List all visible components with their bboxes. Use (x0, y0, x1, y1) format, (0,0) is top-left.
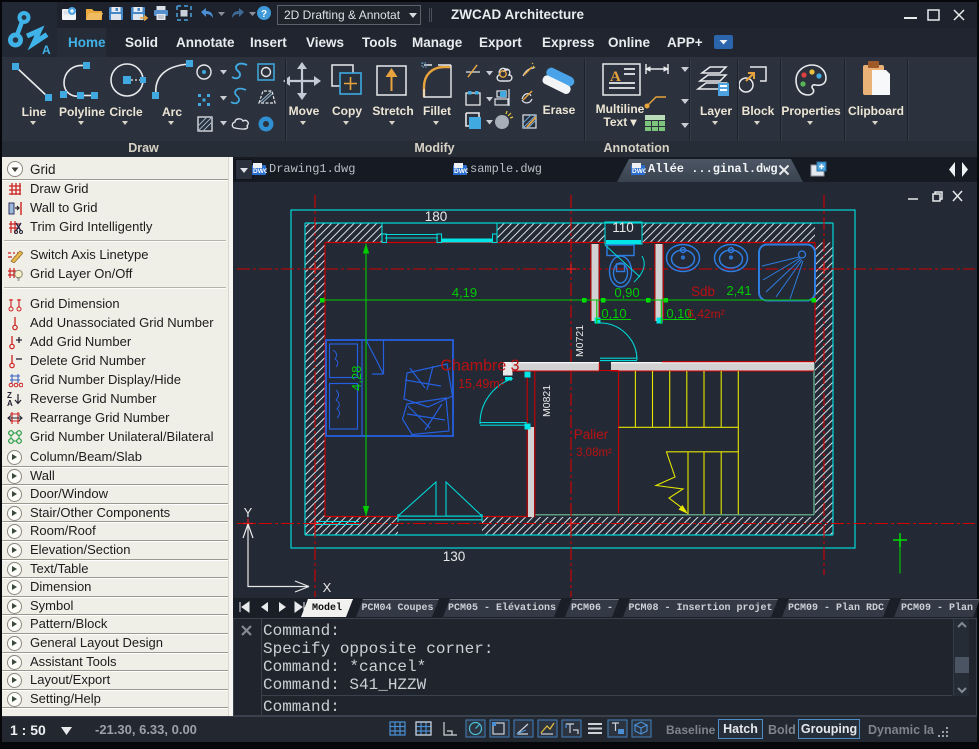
svg-text:110: 110 (612, 220, 634, 235)
svg-text:0,90: 0,90 (614, 285, 639, 300)
svg-text:6,42m²: 6,42m² (687, 307, 724, 321)
svg-text:Palier: Palier (574, 427, 609, 442)
svg-text:?: ? (261, 9, 267, 20)
svg-text:130: 130 (443, 549, 466, 564)
svg-text:180: 180 (425, 209, 448, 224)
svg-text:4,19: 4,19 (452, 285, 477, 300)
svg-text:M0821: M0821 (541, 385, 553, 417)
svg-text:3,08m²: 3,08m² (576, 447, 612, 459)
svg-text:DWG: DWG (253, 168, 267, 175)
svg-text:Y: Y (244, 505, 253, 520)
svg-text:2,41: 2,41 (726, 283, 751, 298)
svg-text:DWG: DWG (454, 168, 468, 175)
svg-text:Chambre 3: Chambre 3 (440, 358, 519, 375)
svg-text:M0721: M0721 (574, 325, 586, 357)
svg-text:15,49m²: 15,49m² (458, 377, 504, 391)
svg-text:DWG: DWG (632, 168, 646, 175)
svg-text:Sdb: Sdb (691, 284, 715, 299)
svg-text:4,28: 4,28 (349, 366, 364, 391)
svg-text:A: A (42, 43, 51, 57)
svg-text:0,10: 0,10 (601, 306, 626, 321)
svg-text:X: X (323, 580, 332, 595)
svg-text:A: A (7, 399, 13, 407)
